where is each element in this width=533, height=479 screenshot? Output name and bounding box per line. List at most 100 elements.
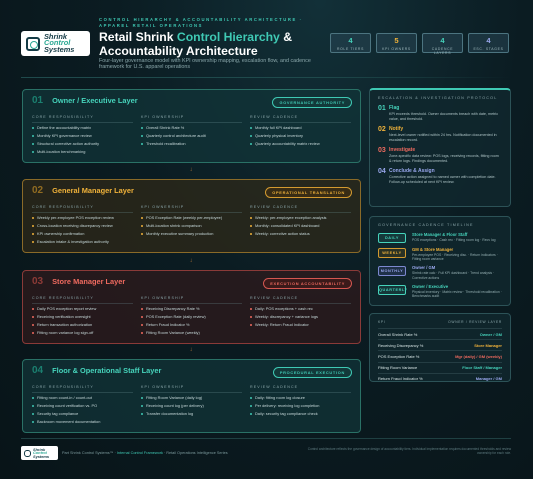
- list-item: Fitting room count-in / count-out: [32, 395, 133, 400]
- list-item: Threshold recalibration: [141, 141, 242, 146]
- layer-title: Floor & Operational Staff Layer: [52, 366, 162, 375]
- table-row: Fitting Room Variance Floor Staff / Manag…: [378, 361, 502, 374]
- kpi-ownership-column: KPI OWNERSHIP Overall Shrink Rate % Quart…: [141, 115, 242, 158]
- page-title: Retail Shrink Control Hierarchy & Accoun…: [99, 30, 329, 58]
- list-item: Quarterly control architecture audit: [141, 133, 242, 138]
- logo-icon: [24, 449, 31, 457]
- logo-line-3: Systems: [44, 44, 75, 54]
- list-item: Receiving Discrepancy Rate %: [141, 306, 242, 311]
- stat-value: 4: [486, 36, 491, 45]
- list-item: Cross-location receiving discrepancy rev…: [32, 223, 133, 228]
- list-item: Weekly per-employee POS exception review: [32, 215, 133, 220]
- footer-link[interactable]: Internal Control Framework: [117, 451, 163, 455]
- kpi-ownership-column: KPI OWNERSHIP Fitting Room Variance (dai…: [141, 385, 242, 428]
- footer-series: · Retail Operations Intelligence Series: [162, 451, 228, 455]
- step-description: Corrective action assigned to named owne…: [389, 175, 496, 184]
- layer-title: Owner / Executive Layer: [52, 96, 138, 105]
- page-subtitle: Four-layer governance model with KPI own…: [99, 58, 311, 71]
- list-item: Structural corrective action authority: [32, 141, 133, 146]
- review-cadence-column: REVIEW CADENCE Weekly: per-employee exce…: [250, 205, 351, 248]
- layer-store-manager: 03 Store Manager Layer EXECUTION ACCOUNTA…: [22, 270, 361, 344]
- column-header: KPI OWNERSHIP: [141, 296, 242, 304]
- kpi-name: POS Exception Rate %: [378, 350, 435, 363]
- stat-label: CADENCE LAYERS: [431, 47, 454, 55]
- step-number: 02: [378, 126, 386, 133]
- step-title: Flag: [389, 105, 400, 111]
- layer-number: 02: [32, 185, 44, 196]
- stat-card-kpi-owners: 5 KPI OWNERS: [376, 33, 417, 53]
- stat-value: 4: [348, 36, 353, 45]
- layer-number: 01: [32, 95, 44, 106]
- arrow-down-icon: ↓: [189, 258, 193, 264]
- step-number: 04: [378, 168, 386, 175]
- table-row: POS Exception Rate % Mgr (daily) / GM (we…: [378, 350, 502, 363]
- column-header: CORE RESPONSIBILITY: [32, 385, 133, 393]
- logo-icon: [26, 36, 40, 51]
- cadence-description: Per-employee POS · Receiving disc. · Ret…: [412, 253, 498, 262]
- cadence-description: Shrink rate calc · Full KPI dashboard · …: [412, 271, 495, 280]
- kpi-owner: Owner / GM: [434, 327, 502, 340]
- column-header: REVIEW CADENCE: [250, 205, 351, 213]
- step-description: Zone-specific data review: POS logs, rec…: [389, 154, 499, 163]
- list-item: Weekly: discrepancy + variance logs: [250, 314, 351, 319]
- core-responsibility-column: CORE RESPONSIBILITY Weekly per-employee …: [32, 205, 133, 248]
- stat-label: KPI OWNERS: [382, 47, 411, 51]
- list-item: Multi-location shrink comparison: [141, 223, 242, 228]
- review-cadence-column: REVIEW CADENCE Daily: POS exceptions + c…: [250, 296, 351, 339]
- list-item: Quarterly accountability matrix review: [250, 141, 351, 146]
- layer-title: Store Manager Layer: [52, 277, 126, 286]
- list-item: Backroom movement documentation: [32, 419, 133, 424]
- kpi-ownership-column: KPI OWNERSHIP POS Exception Rate (weekly…: [141, 205, 242, 248]
- layer-badge: PROCEDURAL EXECUTION: [272, 367, 352, 378]
- table-row: Return Fraud Indicator % Manager / GM: [378, 372, 502, 384]
- kpi-owner: Mgr (daily) / GM (weekly): [434, 350, 502, 363]
- layer-badge: OPERATIONAL TRANSLATION: [265, 187, 352, 198]
- arrow-down-icon: ↓: [189, 167, 193, 173]
- logo-line-3: Systems: [33, 453, 50, 459]
- column-header: KPI OWNERSHIP: [141, 385, 242, 393]
- list-item: Return transaction authorization: [32, 322, 133, 327]
- header-divider: [21, 77, 511, 78]
- core-responsibility-column: CORE RESPONSIBILITY Daily POS exception …: [32, 296, 133, 339]
- cadence-owner: GM & Store Manager: [412, 247, 454, 252]
- core-responsibility-column: CORE RESPONSIBILITY Fitting room count-i…: [32, 385, 133, 428]
- layer-number: 04: [32, 365, 44, 376]
- arrow-down-icon: ↓: [189, 347, 193, 353]
- kpi-ownership-column: KPI OWNERSHIP Receiving Discrepancy Rate…: [141, 296, 242, 339]
- step-description: Next-level owner notified within 24 hrs.…: [389, 133, 497, 142]
- list-item: Security tag compliance: [32, 411, 133, 416]
- list-item: Define the accountability matrix: [32, 125, 133, 130]
- step-title: Conclude & Assign: [389, 168, 435, 174]
- kpi-owner: Floor Staff / Manager: [434, 361, 502, 374]
- stat-card-cadence-layers: 4 CADENCE LAYERS: [422, 33, 463, 55]
- column-header: REVIEW CADENCE: [250, 296, 351, 304]
- layer-floor-staff: 04 Floor & Operational Staff Layer PROCED…: [22, 359, 361, 433]
- cadence-owner: Owner / Executive: [412, 283, 449, 289]
- table-header: KPI: [378, 320, 386, 324]
- cadence-description: Physical inventory · Matrix review · Thr…: [412, 289, 502, 299]
- step-number: 01: [378, 105, 386, 112]
- stat-cards: 4 ROLE TIERS 5 KPI OWNERS 4 CADENCE LAYERS …: [330, 33, 509, 55]
- list-item: Monthly KPI governance review: [32, 133, 133, 138]
- escalation-step: 01 Flag KPI exceeds threshold. Owner docum…: [378, 105, 502, 121]
- list-item: Receiving count log (per delivery): [141, 403, 242, 408]
- cadence-pill: QUARTERLY: [378, 284, 407, 295]
- stat-label: ESC. STAGES: [473, 47, 504, 51]
- review-cadence-column: REVIEW CADENCE Daily: fitting room log c…: [250, 385, 351, 428]
- kpi-name: Receiving Discrepancy %: [378, 339, 435, 351]
- column-header: REVIEW CADENCE: [250, 385, 351, 393]
- footer-divider: [21, 438, 511, 439]
- kpi-name: Return Fraud Indicator %: [378, 372, 435, 384]
- stat-label: ROLE TIERS: [336, 47, 365, 51]
- cadence-row: DAILY Store Manager & Floor Staff POS exce…: [378, 232, 502, 243]
- cadence-owner: Store Manager & Floor Staff: [412, 232, 468, 237]
- kpi-owner-panel: KPI OWNER / REVIEW LAYER Overall Shrink R…: [369, 313, 511, 384]
- layer-badge: EXECUTION ACCOUNTABILITY: [263, 278, 352, 289]
- list-item: Daily: POS exceptions + cash rec: [250, 306, 351, 311]
- panel-title: GOVERNANCE CADENCE TIMELINE: [378, 223, 474, 227]
- layer-number: 03: [32, 276, 44, 287]
- review-cadence-column: REVIEW CADENCE Monthly full KPI dashboar…: [250, 115, 351, 158]
- layer-owner-executive: 01 Owner / Executive Layer GOVERNANCE AUT…: [22, 89, 361, 163]
- title-prefix: Retail Shrink: [99, 30, 177, 44]
- list-item: Return Fraud Indicator %: [141, 322, 242, 327]
